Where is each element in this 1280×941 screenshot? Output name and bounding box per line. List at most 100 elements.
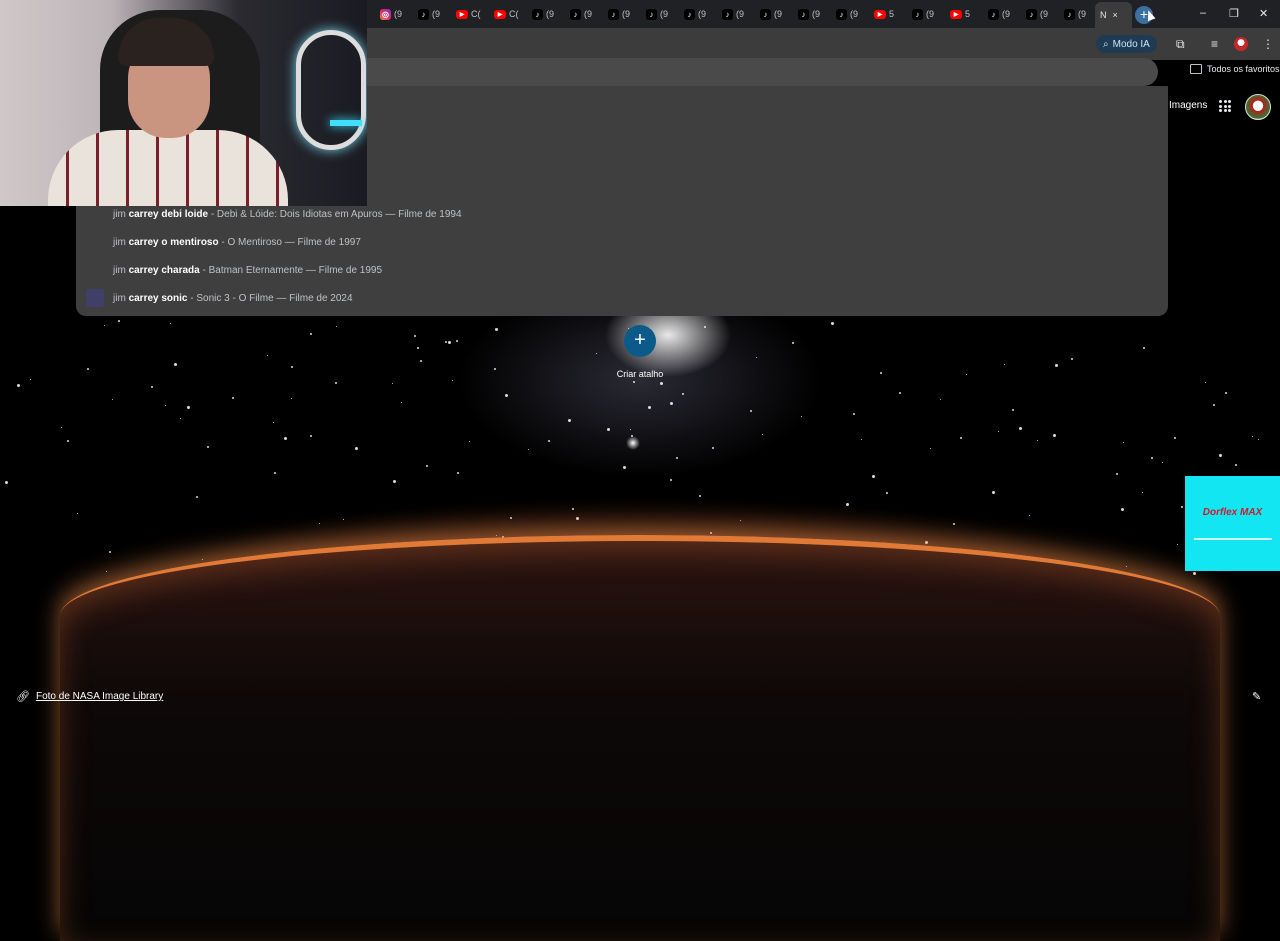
extensions-icon[interactable]: ⧉ [1176, 37, 1185, 52]
browser-tab[interactable]: ♪ (9 [570, 5, 592, 23]
star [1205, 382, 1206, 383]
browser-tab[interactable]: ♪ (9 [418, 5, 440, 23]
planet-horizon [60, 535, 1220, 941]
add-shortcut-label[interactable]: Criar atalho [600, 369, 680, 379]
star [87, 368, 89, 370]
browser-tab[interactable]: ♪ (9 [722, 5, 744, 23]
star [267, 355, 268, 356]
star [180, 418, 181, 419]
star [1235, 464, 1237, 466]
star [992, 491, 995, 494]
star [630, 429, 631, 430]
browser-tab[interactable]: ♪ (9 [646, 5, 668, 23]
restore-icon[interactable]: ❐ [1229, 7, 1239, 20]
star [273, 422, 274, 423]
search-suggestion[interactable]: jim carrey sonic - Sonic 3 - O Filme — F… [113, 293, 353, 304]
star [623, 466, 626, 469]
person-shirt [48, 130, 288, 206]
customize-pencil-icon[interactable]: ✎ [1252, 690, 1261, 703]
profile-icon[interactable] [1234, 37, 1248, 51]
star [495, 328, 498, 331]
star [112, 399, 113, 400]
search-suggestion[interactable]: jim carrey charada - Batman Eternamente … [113, 265, 382, 276]
minimize-icon[interactable]: – [1200, 7, 1206, 19]
star [414, 335, 416, 337]
browser-tab[interactable]: ♪ (9 [532, 5, 554, 23]
add-shortcut-button[interactable]: + [624, 325, 656, 357]
star [1019, 427, 1022, 430]
browser-tab[interactable]: ▶ C( [456, 5, 481, 23]
star [548, 440, 550, 442]
tab-title: 5 [965, 9, 971, 19]
star [960, 437, 962, 439]
background-credit-text: Foto de NASA Image Library [35, 691, 164, 702]
tiktok-icon: ♪ [1026, 8, 1037, 20]
star [494, 368, 496, 370]
browser-tab[interactable]: ♪ (9 [608, 5, 630, 23]
browser-tab[interactable]: ♪ (9 [1026, 5, 1048, 23]
ai-mode-label: Modo IA [1112, 38, 1150, 50]
star [426, 465, 428, 467]
tab-title: (9 [736, 9, 745, 19]
star [232, 397, 234, 399]
tab-title: 5 [889, 9, 895, 19]
browser-tab[interactable]: ♪ (9 [1064, 5, 1086, 23]
all-bookmarks-label: Todos os favoritos [1207, 64, 1280, 74]
images-link[interactable]: Imagens [1169, 100, 1207, 111]
browser-tab[interactable]: ▶ C( [494, 5, 519, 23]
browser-tab[interactable]: ♪ (9 [912, 5, 934, 23]
suggestion-detail: - Sonic 3 - O Filme — Filme de 2024 [187, 293, 353, 304]
tab-title: (9 [850, 9, 859, 19]
star [30, 379, 31, 380]
star [831, 322, 834, 325]
star [940, 399, 941, 400]
star [505, 394, 508, 397]
dorflex-ad[interactable]: Dorflex MAX [1185, 476, 1280, 571]
browser-tab[interactable]: ▶ 5 [874, 5, 894, 23]
reading-list-icon[interactable]: ≡ [1211, 37, 1218, 51]
all-bookmarks-button[interactable]: Todos os favoritos [1190, 64, 1280, 74]
tiktok-icon: ♪ [836, 8, 847, 20]
star [291, 398, 292, 399]
background-credit-link[interactable]: 🔗︎ Foto de NASA Image Library [16, 690, 163, 703]
menu-kebab-icon[interactable]: ⋮ [1262, 37, 1274, 51]
google-apps-icon[interactable] [1219, 100, 1231, 112]
star [801, 416, 802, 417]
active-tab[interactable]: N × [1095, 2, 1132, 28]
browser-tab[interactable]: ◎ (9 [380, 5, 402, 23]
tiktok-icon: ♪ [532, 8, 543, 20]
tab-close-icon[interactable]: × [1113, 10, 1118, 20]
tiktok-icon: ♪ [646, 8, 657, 20]
star [1123, 442, 1124, 443]
search-suggestion[interactable]: jim carrey o mentiroso - O Mentiroso — F… [113, 237, 361, 248]
suggestion-detail: - Debi & Lóide: Dois Idiotas em Apuros —… [208, 209, 462, 220]
browser-tab[interactable]: ♪ (9 [684, 5, 706, 23]
star [670, 402, 673, 405]
ad-brand: Dorflex MAX [1202, 507, 1263, 518]
star [417, 347, 419, 349]
browser-tab[interactable]: ♪ (9 [760, 5, 782, 23]
search-suggestion[interactable]: jim carrey debi loide - Debi & Lóide: Do… [113, 209, 462, 220]
browser-tab[interactable]: ♪ (9 [798, 5, 820, 23]
star [846, 503, 849, 506]
cyan-light-strip [330, 120, 362, 126]
suggestion-completion: carrey charada [128, 265, 200, 276]
account-avatar[interactable] [1245, 94, 1271, 120]
star [291, 366, 293, 368]
star [336, 326, 337, 327]
active-tab-title: N [1100, 10, 1107, 20]
browser-tab[interactable]: ♪ (9 [988, 5, 1010, 23]
browser-tab[interactable]: ♪ (9 [836, 5, 858, 23]
star [1193, 572, 1196, 575]
tiktok-icon: ♪ [608, 8, 619, 20]
close-window-icon[interactable]: ✕ [1259, 7, 1268, 20]
star [274, 472, 276, 474]
star [106, 571, 107, 572]
star [633, 381, 635, 383]
ai-mode-button[interactable]: ⌕ Modo IA [1096, 35, 1157, 53]
star [568, 419, 571, 422]
star [861, 439, 862, 440]
browser-tab[interactable]: ▶ 5 [950, 5, 970, 23]
star [77, 513, 78, 514]
tab-title: (9 [774, 9, 783, 19]
